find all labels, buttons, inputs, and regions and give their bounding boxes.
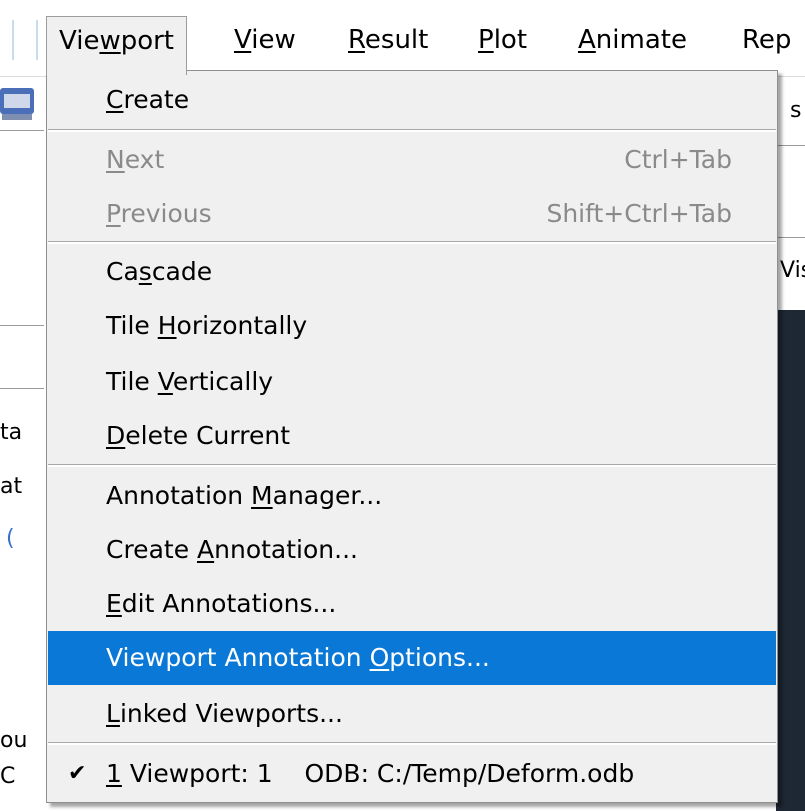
menu-separator [48,742,776,745]
menu-item-label: Linked Viewports... [106,699,343,728]
menu-item-create[interactable]: Create [48,73,776,127]
bg-text-fragment: s [790,98,802,123]
menu-item-label: Previous [106,199,212,228]
panel-divider [0,130,44,131]
bg-text-fragment: Vis [780,258,805,283]
menu-mnemonic: A [578,25,596,55]
menu-separator [48,464,776,467]
menu-separator [48,241,776,244]
menu-item-tile-vertically[interactable]: Tile Vertically [48,355,776,409]
bg-text-fragment: ( [6,526,15,551]
menu-mnemonic: P [478,25,494,55]
menu-item-label: Next [106,145,165,174]
menu-item-viewport-annotation-options[interactable]: Viewport Annotation Options... [48,631,776,685]
printer-icon[interactable] [0,84,36,124]
bg-text-fragment: ou [0,728,28,753]
panel-divider [778,237,805,238]
menu-item-viewport-1[interactable]: ✔ 1 Viewport: 1 ODB: C:/Temp/Deform.odb [48,747,776,801]
bg-text-fragment: C [0,764,16,789]
menu-animate[interactable]: Animate [578,16,687,64]
checkmark-icon: ✔ [68,761,87,786]
menu-view[interactable]: View [234,16,296,64]
menubar-divider [12,20,14,60]
panel-divider [0,388,44,389]
menu-item-label: Delete Current [106,421,290,450]
bg-text-fragment: at [0,474,23,499]
menu-label: Rep [742,25,792,55]
menu-mnemonic: R [348,25,365,55]
menu-label: lot [493,25,528,55]
viewport-dropdown-menu: Create Next Ctrl+Tab Previous Shift+Ctrl… [46,70,778,803]
menu-viewport[interactable]: Viewport [46,16,187,75]
menu-item-label: Tile Horizontally [106,311,308,340]
viewport-canvas[interactable] [776,310,805,811]
menu-label: nimate [595,25,687,55]
menu-result[interactable]: Result [348,16,428,64]
panel-divider [778,145,805,146]
bg-text-fragment: ta [0,420,23,445]
menu-mnemonic: w [99,26,121,56]
menu-item-edit-annotations[interactable]: Edit Annotations... [48,577,776,631]
menu-item-previous: Previous Shift+Ctrl+Tab [48,187,776,241]
menu-plot[interactable]: Plot [478,16,527,64]
menu-item-label: Edit Annotations... [106,589,337,618]
menubar-divider [36,20,38,60]
menu-item-next: Next Ctrl+Tab [48,133,776,187]
menu-separator [48,129,776,132]
menu-item-tile-horizontally[interactable]: Tile Horizontally [48,299,776,353]
panel-divider [0,325,44,326]
menu-item-label: Create Annotation... [106,535,358,564]
menu-item-label: Cascade [106,257,213,286]
menu-item-label: Viewport Annotation Options... [106,643,490,672]
menu-label: esult [364,25,429,55]
menu-item-label: Annotation Manager... [106,481,383,510]
menu-mnemonic: V [234,25,252,55]
menu-label: iew [251,25,296,55]
menu-label: port [120,26,174,56]
menu-label: Vie [59,26,100,56]
shortcut-label: Shift+Ctrl+Tab [546,199,732,228]
menu-item-annotation-manager[interactable]: Annotation Manager... [48,469,776,523]
menu-item-create-annotation[interactable]: Create Annotation... [48,523,776,577]
menu-report[interactable]: Rep [742,16,791,64]
menu-item-label: 1 Viewport: 1 ODB: C:/Temp/Deform.odb [106,759,635,788]
shortcut-label: Ctrl+Tab [624,145,732,174]
menu-item-delete-current[interactable]: Delete Current [48,409,776,463]
menu-item-linked-viewports[interactable]: Linked Viewports... [48,687,776,741]
menu-item-label: Create [106,85,190,114]
menu-item-label: Tile Vertically [106,367,274,396]
menu-item-cascade[interactable]: Cascade [48,245,776,299]
menu-bar: Viewport View Result Plot Animate Rep [0,0,805,77]
